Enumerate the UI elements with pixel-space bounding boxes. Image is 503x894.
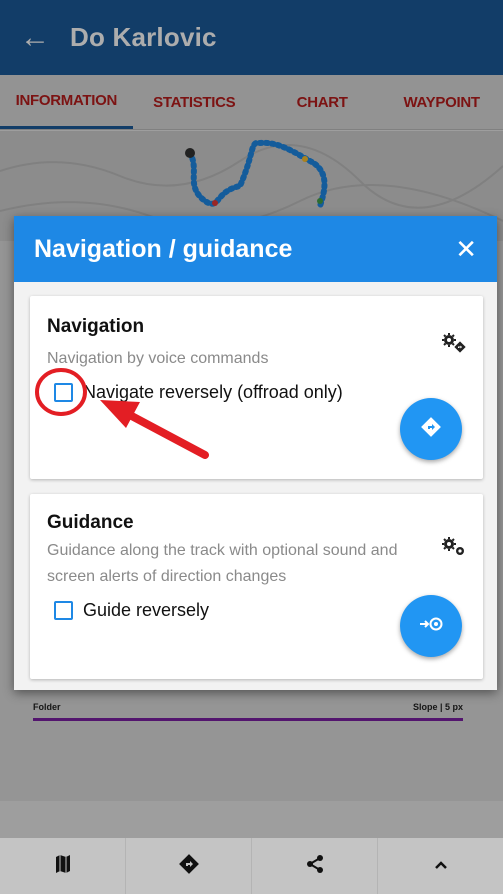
- navigate-diamond-icon: [178, 853, 199, 879]
- dialog-header: Navigation / guidance ✕: [14, 216, 497, 282]
- guide-reversely-label[interactable]: Guide reversely: [83, 600, 209, 621]
- map-button[interactable]: [0, 838, 126, 894]
- chevron-up-icon: [434, 857, 448, 875]
- guidance-card: Guidance Guidance along the track with o…: [30, 494, 483, 679]
- bottom-nav: [0, 838, 503, 894]
- navigation-description: Navigation by voice commands: [47, 350, 269, 367]
- guidance-title: Guidance: [47, 512, 134, 533]
- dialog-title: Navigation / guidance: [34, 234, 293, 263]
- expand-button[interactable]: [378, 838, 503, 894]
- navigate-reversely-label[interactable]: Navigate reversely (offroad only): [83, 382, 343, 403]
- arrow-to-target-icon: [419, 616, 443, 637]
- guide-reversely-checkbox[interactable]: [54, 601, 73, 620]
- close-icon[interactable]: ✕: [455, 236, 477, 262]
- start-navigation-button[interactable]: [400, 398, 462, 460]
- navigate-reversely-row[interactable]: Navigate reversely (offroad only): [54, 382, 343, 403]
- navigation-guidance-dialog: Navigation / guidance ✕ Navigation Navig…: [14, 216, 497, 690]
- guide-reversely-row[interactable]: Guide reversely: [54, 600, 209, 621]
- share-button[interactable]: [252, 838, 378, 894]
- share-icon: [305, 854, 325, 879]
- turn-diamond-icon: [420, 416, 442, 443]
- guidance-description: Guidance along the track with optional s…: [47, 542, 398, 585]
- gears-icon[interactable]: [441, 332, 467, 359]
- navigate-button[interactable]: [126, 838, 252, 894]
- start-guidance-button[interactable]: [400, 595, 462, 657]
- navigation-card: Navigation Navigation by voice commands …: [30, 296, 483, 479]
- navigation-title: Navigation: [47, 316, 145, 337]
- navigate-reversely-checkbox[interactable]: [54, 383, 73, 402]
- map-icon: [55, 854, 71, 878]
- gears-icon[interactable]: [441, 536, 467, 563]
